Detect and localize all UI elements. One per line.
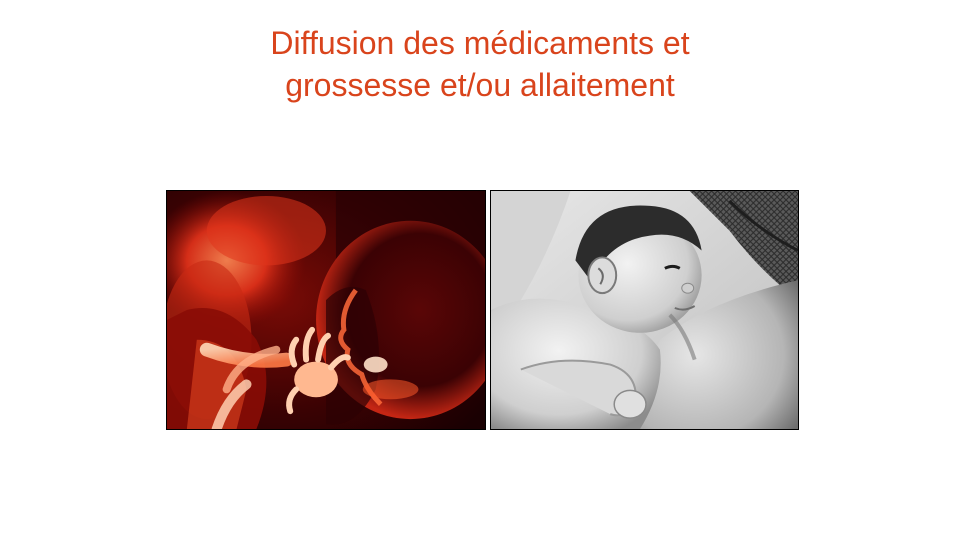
slide: Diffusion des médicaments et grossesse e… [0, 0, 960, 540]
slide-title-line-1: Diffusion des médicaments et [270, 25, 690, 61]
fetus-photo [166, 190, 486, 430]
slide-title-line-2: grossesse et/ou allaitement [285, 67, 675, 103]
breastfeeding-photo [490, 190, 799, 430]
breastfeeding-image [491, 191, 798, 429]
fetus-image [167, 191, 485, 429]
slide-title: Diffusion des médicaments et grossesse e… [130, 22, 830, 106]
